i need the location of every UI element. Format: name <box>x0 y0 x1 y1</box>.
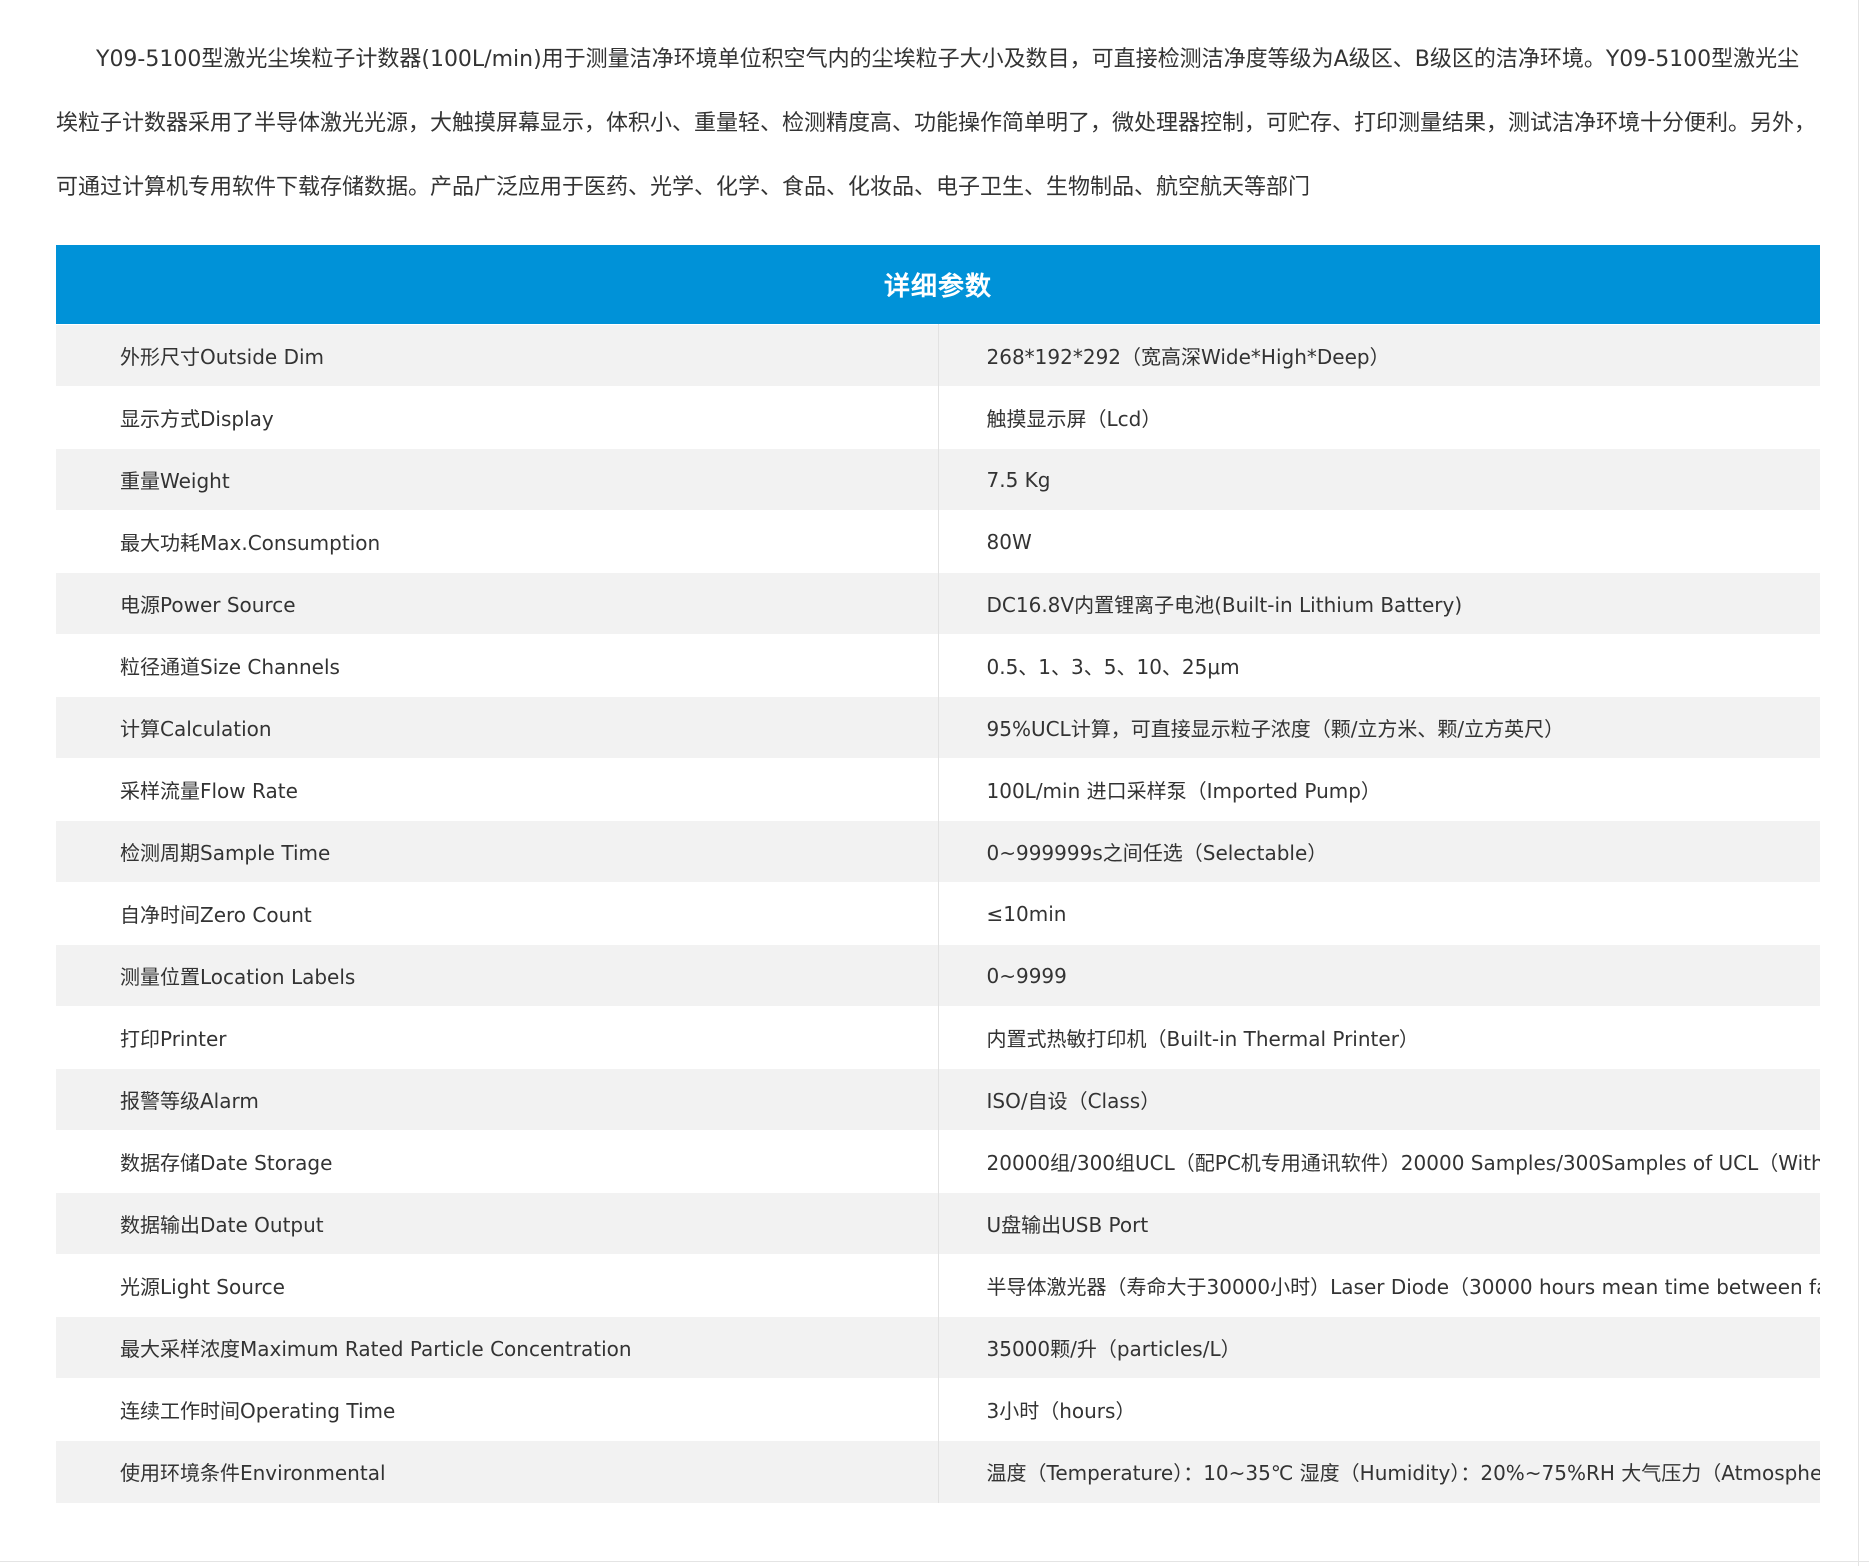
param-value: 0~9999 <box>938 944 1820 1007</box>
param-value: 20000组/300组UCL（配PC机专用通讯软件）20000 Samples/… <box>938 1130 1820 1193</box>
table-row: 光源Light Source 半导体激光器（寿命大于30000小时）Laser … <box>56 1254 1820 1317</box>
param-label: 打印Printer <box>56 1006 939 1069</box>
table-row: 检测周期Sample Time 0~999999s之间任选（Selectable… <box>56 820 1820 883</box>
param-label: 最大采样浓度Maximum Rated Particle Concentrati… <box>56 1316 939 1379</box>
param-label: 计算Calculation <box>56 696 939 759</box>
param-label: 显示方式Display <box>56 386 939 449</box>
table-row: 采样流量Flow Rate 100L/min 进口采样泵（Imported Pu… <box>56 758 1820 821</box>
table-row: 测量位置Location Labels 0~9999 <box>56 944 1820 1007</box>
param-label: 连续工作时间Operating Time <box>56 1378 939 1441</box>
param-value: 内置式热敏打印机（Built-in Thermal Printer） <box>938 1006 1820 1069</box>
table-row: 计算Calculation 95%UCL计算，可直接显示粒子浓度（颗/立方米、颗… <box>56 696 1820 759</box>
param-value: 268*192*292（宽高深Wide*High*Deep） <box>938 324 1820 387</box>
table-row: 数据输出Date Output U盘输出USB Port <box>56 1192 1820 1255</box>
param-label: 数据存储Date Storage <box>56 1130 939 1193</box>
param-value: ISO/自设（Class） <box>938 1068 1820 1131</box>
param-value: 7.5 Kg <box>938 448 1820 511</box>
param-value: 半导体激光器（寿命大于30000小时）Laser Diode（30000 hou… <box>938 1254 1820 1317</box>
param-label: 重量Weight <box>56 448 939 511</box>
param-label: 使用环境条件Environmental <box>56 1440 939 1503</box>
param-label: 电源Power Source <box>56 572 939 635</box>
intro-paragraph: Y09-5100型激光尘埃粒子计数器(100L/min)用于测量洁净环境单位积空… <box>56 47 1817 200</box>
page-bottom-divider <box>0 1561 1869 1562</box>
param-value: 100L/min 进口采样泵（Imported Pump） <box>938 758 1820 821</box>
table-row: 报警等级Alarm ISO/自设（Class） <box>56 1068 1820 1131</box>
param-value: 95%UCL计算，可直接显示粒子浓度（颗/立方米、颗/立方英尺） <box>938 696 1820 759</box>
param-value: 0~999999s之间任选（Selectable） <box>938 820 1820 883</box>
table-row: 粒径通道Size Channels 0.5、1、3、5、10、25μm <box>56 634 1820 697</box>
spec-table-header-row: 详细参数 <box>56 245 1820 325</box>
param-value: 35000颗/升（particles/L） <box>938 1316 1820 1379</box>
param-value: DC16.8V内置锂离子电池(Built-in Lithium Battery) <box>938 572 1820 635</box>
param-label: 测量位置Location Labels <box>56 944 939 1007</box>
param-value: 3小时（hours） <box>938 1378 1820 1441</box>
param-value: 0.5、1、3、5、10、25μm <box>938 634 1820 697</box>
product-description-page: Y09-5100型激光尘埃粒子计数器(100L/min)用于测量洁净环境单位积空… <box>0 0 1869 1566</box>
table-row: 外形尺寸Outside Dim 268*192*292（宽高深Wide*High… <box>56 324 1820 387</box>
spec-table: 详细参数 外形尺寸Outside Dim 268*192*292（宽高深Wide… <box>56 245 1820 1503</box>
table-row: 显示方式Display 触摸显示屏（Lcd） <box>56 386 1820 449</box>
table-row: 最大功耗Max.Consumption 80W <box>56 510 1820 573</box>
param-value: 温度（Temperature）：10~35℃ 湿度（Humidity）：20%~… <box>938 1440 1820 1503</box>
param-label: 检测周期Sample Time <box>56 820 939 883</box>
param-value: ≤10min <box>938 882 1820 945</box>
table-row: 重量Weight 7.5 Kg <box>56 448 1820 511</box>
param-value: U盘输出USB Port <box>938 1192 1820 1255</box>
param-label: 外形尺寸Outside Dim <box>56 324 939 387</box>
param-value: 触摸显示屏（Lcd） <box>938 386 1820 449</box>
param-label: 数据输出Date Output <box>56 1192 939 1255</box>
param-label: 报警等级Alarm <box>56 1068 939 1131</box>
table-row: 电源Power Source DC16.8V内置锂离子电池(Built-in L… <box>56 572 1820 635</box>
table-row: 数据存储Date Storage 20000组/300组UCL（配PC机专用通讯… <box>56 1130 1820 1193</box>
param-label: 最大功耗Max.Consumption <box>56 510 939 573</box>
page-right-divider <box>1858 0 1859 1566</box>
table-row: 使用环境条件Environmental 温度（Temperature）：10~3… <box>56 1440 1820 1503</box>
spec-table-title: 详细参数 <box>56 245 1820 325</box>
param-value: 80W <box>938 510 1820 573</box>
table-row: 自净时间Zero Count ≤10min <box>56 882 1820 945</box>
param-label: 自净时间Zero Count <box>56 882 939 945</box>
table-row: 最大采样浓度Maximum Rated Particle Concentrati… <box>56 1316 1820 1379</box>
table-row: 打印Printer 内置式热敏打印机（Built-in Thermal Prin… <box>56 1006 1820 1069</box>
table-row: 连续工作时间Operating Time 3小时（hours） <box>56 1378 1820 1441</box>
param-label: 粒径通道Size Channels <box>56 634 939 697</box>
param-label: 采样流量Flow Rate <box>56 758 939 821</box>
param-label: 光源Light Source <box>56 1254 939 1317</box>
